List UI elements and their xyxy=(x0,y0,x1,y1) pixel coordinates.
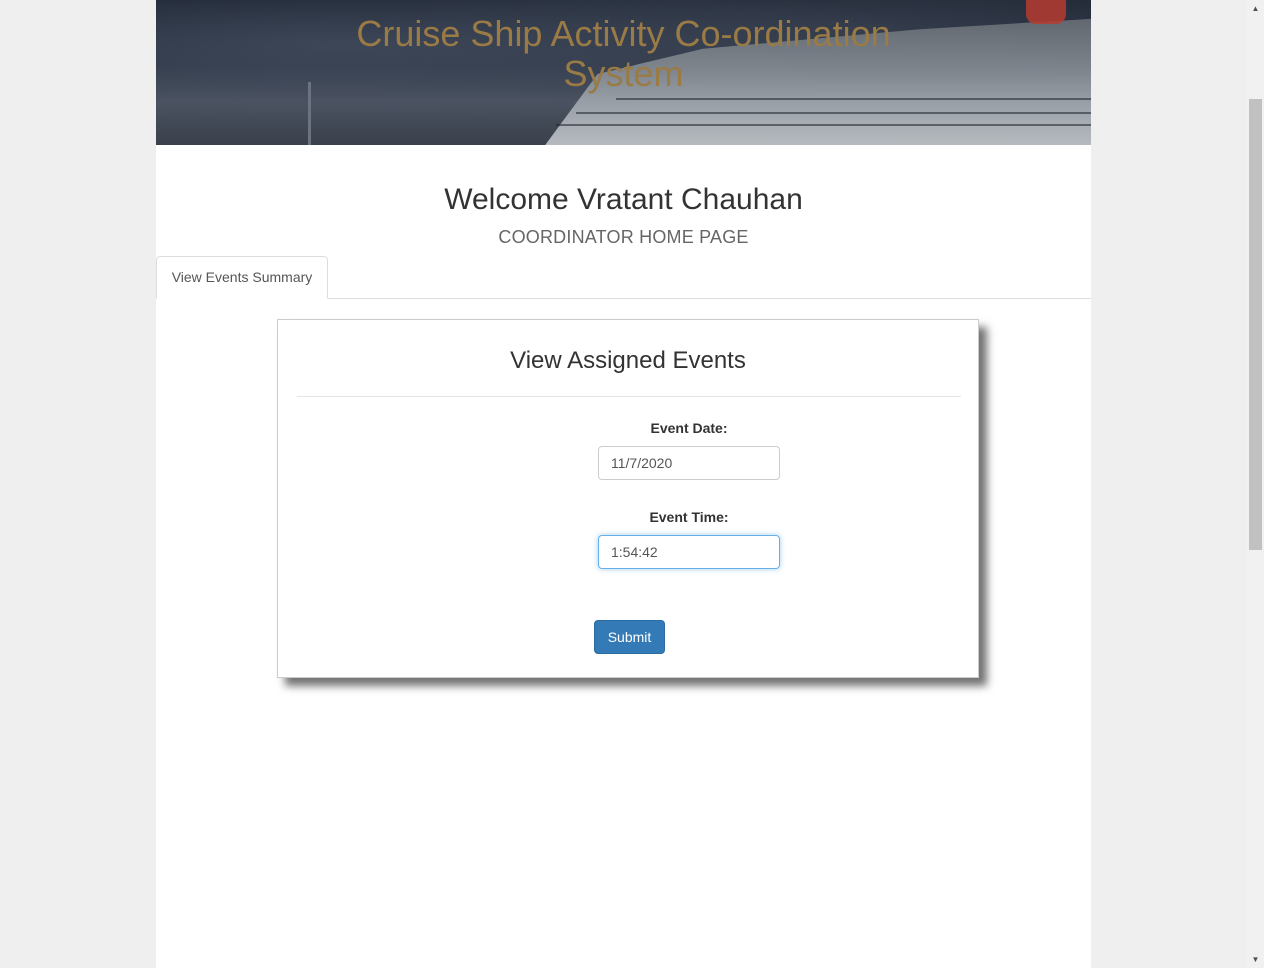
tab-bar: View Events Summary xyxy=(156,256,1091,299)
event-time-input[interactable] xyxy=(598,535,780,569)
view-assigned-events-panel: View Assigned Events Event Date: Event T… xyxy=(277,319,979,678)
event-time-label: Event Time: xyxy=(649,509,729,525)
panel-divider xyxy=(297,396,961,397)
scrollbar-thumb[interactable] xyxy=(1249,99,1262,550)
event-date-input[interactable] xyxy=(598,446,780,480)
event-date-label: Event Date: xyxy=(650,420,728,436)
tab-view-events-summary[interactable]: View Events Summary xyxy=(156,256,328,299)
ship-deck-line xyxy=(556,124,1091,126)
page-scrollbar[interactable]: ▲ ▼ xyxy=(1247,0,1264,968)
page-container: Cruise Ship Activity Co-ordination Syste… xyxy=(156,0,1091,968)
page-subtitle: COORDINATOR HOME PAGE xyxy=(498,227,749,247)
welcome-heading: Welcome Vratant Chauhan xyxy=(444,183,803,216)
panel-title: View Assigned Events xyxy=(510,347,746,374)
ship-deck-line xyxy=(576,112,1091,114)
scroll-up-arrow-icon[interactable]: ▲ xyxy=(1247,0,1264,17)
submit-button[interactable]: Submit xyxy=(594,620,665,654)
header-banner: Cruise Ship Activity Co-ordination Syste… xyxy=(156,0,1091,145)
ship-deck-line xyxy=(616,98,1091,100)
scroll-down-arrow-icon[interactable]: ▼ xyxy=(1247,951,1264,968)
site-title: Cruise Ship Activity Co-ordination Syste… xyxy=(356,13,891,94)
